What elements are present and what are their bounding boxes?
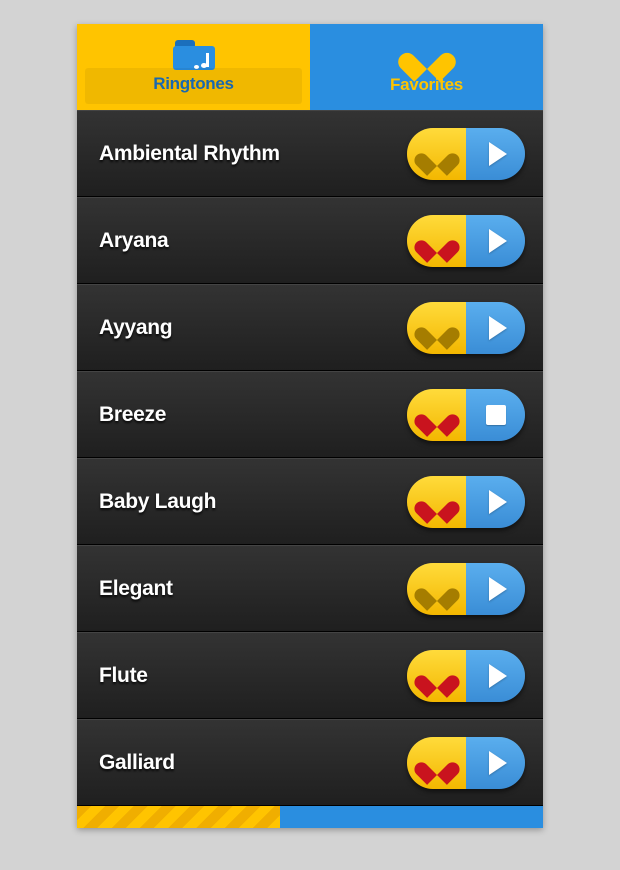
footer-stripes bbox=[77, 806, 280, 828]
favorite-button[interactable] bbox=[407, 650, 466, 702]
play-button[interactable] bbox=[466, 128, 525, 180]
ringtone-title: Ayyang bbox=[99, 316, 172, 340]
heart-icon bbox=[424, 666, 450, 690]
action-pill bbox=[407, 476, 525, 528]
list-item: Aryana bbox=[77, 197, 543, 284]
ringtone-title: Galliard bbox=[99, 751, 175, 775]
heart-icon bbox=[424, 753, 450, 777]
play-icon bbox=[489, 142, 507, 166]
list-item: Ayyang bbox=[77, 284, 543, 371]
play-icon bbox=[489, 751, 507, 775]
heart-icon bbox=[424, 492, 450, 516]
list-item: Breeze bbox=[77, 371, 543, 458]
ringtone-title: Ambiental Rhythm bbox=[99, 142, 280, 166]
heart-icon bbox=[424, 318, 450, 342]
play-icon bbox=[489, 664, 507, 688]
play-button[interactable] bbox=[466, 302, 525, 354]
play-button[interactable] bbox=[466, 737, 525, 789]
play-icon bbox=[489, 229, 507, 253]
ringtone-title: Baby Laugh bbox=[99, 490, 216, 514]
tab-favorites[interactable]: Favorites bbox=[310, 24, 543, 110]
ringtone-title: Aryana bbox=[99, 229, 168, 253]
action-pill bbox=[407, 737, 525, 789]
list-item: Galliard bbox=[77, 719, 543, 806]
ringtone-title: Elegant bbox=[99, 577, 173, 601]
ringtone-title: Flute bbox=[99, 664, 148, 688]
list-item: Elegant bbox=[77, 545, 543, 632]
tab-ringtones-label: Ringtones bbox=[153, 74, 233, 94]
play-button[interactable] bbox=[466, 476, 525, 528]
play-button[interactable] bbox=[466, 215, 525, 267]
action-pill bbox=[407, 215, 525, 267]
action-pill bbox=[407, 563, 525, 615]
favorite-button[interactable] bbox=[407, 563, 466, 615]
heart-icon bbox=[424, 231, 450, 255]
heart-icon bbox=[424, 579, 450, 603]
favorite-button[interactable] bbox=[407, 476, 466, 528]
list-item: Ambiental Rhythm bbox=[77, 110, 543, 197]
action-pill bbox=[407, 389, 525, 441]
footer-bar bbox=[77, 806, 543, 828]
play-button[interactable] bbox=[466, 563, 525, 615]
action-pill bbox=[407, 128, 525, 180]
play-icon bbox=[489, 577, 507, 601]
stop-icon bbox=[486, 405, 506, 425]
favorite-button[interactable] bbox=[407, 389, 466, 441]
stop-button[interactable] bbox=[466, 389, 525, 441]
tab-favorites-label: Favorites bbox=[390, 75, 463, 95]
favorite-button[interactable] bbox=[407, 737, 466, 789]
favorite-button[interactable] bbox=[407, 215, 466, 267]
tab-ringtones[interactable]: Ringtones bbox=[77, 24, 310, 110]
tab-bar: Ringtones Favorites bbox=[77, 24, 543, 110]
heart-icon bbox=[424, 144, 450, 168]
play-icon bbox=[489, 316, 507, 340]
list-item: Flute bbox=[77, 632, 543, 719]
favorite-button[interactable] bbox=[407, 302, 466, 354]
ringtone-list: Ambiental Rhythm Aryana Ayyang Breeze Baby L… bbox=[77, 110, 543, 806]
folder-music-icon bbox=[173, 40, 215, 70]
heart-icon bbox=[424, 405, 450, 429]
heart-icon bbox=[410, 41, 444, 71]
app-window: Ringtones Favorites Ambiental Rhythm Arya… bbox=[77, 24, 543, 828]
ringtone-title: Breeze bbox=[99, 403, 166, 427]
favorite-button[interactable] bbox=[407, 128, 466, 180]
action-pill bbox=[407, 302, 525, 354]
footer-solid bbox=[280, 806, 543, 828]
list-item: Baby Laugh bbox=[77, 458, 543, 545]
play-icon bbox=[489, 490, 507, 514]
play-button[interactable] bbox=[466, 650, 525, 702]
action-pill bbox=[407, 650, 525, 702]
